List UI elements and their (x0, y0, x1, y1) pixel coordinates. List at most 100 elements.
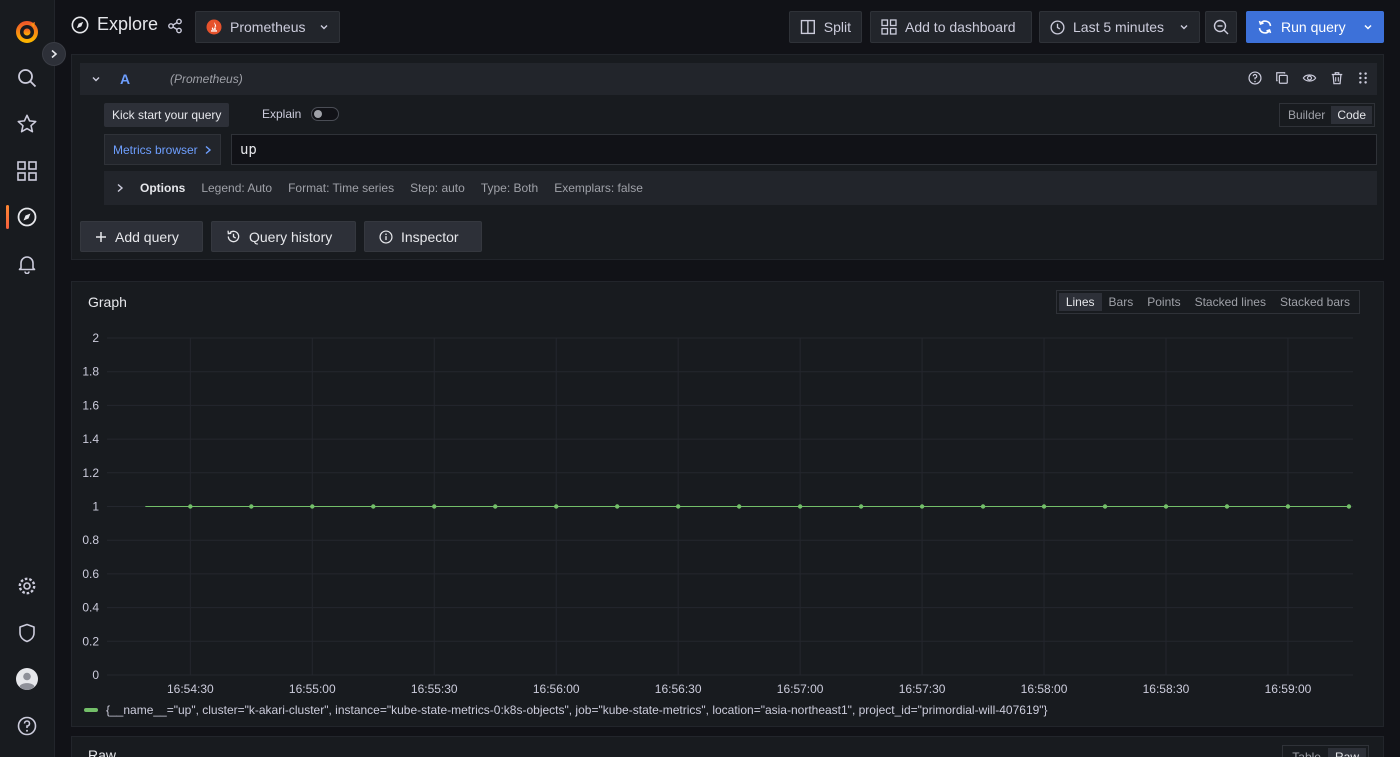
option-legend: Legend: Auto (201, 181, 273, 195)
data-point (797, 504, 803, 509)
time-range-picker[interactable]: Last 5 minutes (1039, 11, 1200, 43)
data-point (371, 504, 376, 509)
plus-icon (96, 231, 106, 242)
trash-icon[interactable] (1330, 71, 1344, 85)
data-point (1041, 504, 1047, 509)
time-series-chart[interactable]: 0 0.2 0.4 0.6 0.8 1 1.2 1.4 1.6 1.8 2 16:54:30 16:55… (72, 282, 1383, 702)
time-range-label: Last 5 minutes (1073, 19, 1165, 35)
duplicate-icon[interactable] (1275, 71, 1289, 85)
chevron-down-icon[interactable] (1363, 22, 1373, 32)
dashboards-icon (881, 19, 897, 35)
chevron-right-icon (51, 49, 58, 59)
dashboards-icon[interactable] (13, 157, 41, 185)
explore-icon[interactable] (13, 203, 41, 231)
search-icon[interactable] (13, 64, 41, 92)
data-point (1163, 504, 1169, 509)
query-editor[interactable]: up (231, 134, 1377, 165)
share-icon[interactable] (167, 18, 183, 37)
data-point (310, 504, 315, 509)
add-query-button[interactable]: Add query (80, 221, 203, 252)
grafana-logo-icon[interactable] (13, 17, 41, 45)
x-tick-label: 16:59:00 (1265, 682, 1312, 696)
data-point (919, 504, 925, 509)
query-options-row[interactable]: Options Legend: Auto Format: Time series… (104, 171, 1377, 205)
y-tick-label: 1 (92, 500, 99, 514)
page-title: Explore (71, 14, 158, 35)
data-point (858, 504, 864, 509)
split-button[interactable]: Split (789, 11, 862, 43)
x-tick-label: 16:57:30 (899, 682, 946, 696)
x-tick-label: 16:56:00 (533, 682, 580, 696)
option-step: Step: auto (410, 181, 465, 195)
data-point (1285, 504, 1291, 509)
inspector-button[interactable]: Inspector (364, 221, 482, 252)
query-panel: A (Prometheus) Kick start your query Exp… (71, 54, 1384, 260)
option-format: Format: Time series (288, 181, 395, 195)
y-tick-label: 0.2 (82, 634, 99, 648)
help-icon[interactable] (13, 712, 41, 740)
page-title-text: Explore (97, 14, 159, 34)
data-point (614, 504, 620, 509)
data-point (554, 504, 559, 509)
help-icon[interactable] (1248, 71, 1262, 85)
explain-switch[interactable] (311, 107, 340, 121)
data-point (736, 504, 742, 509)
raw-mode-table[interactable]: Table (1285, 748, 1328, 757)
raw-panel: Raw Table Raw (71, 736, 1384, 757)
legend-label: {__name__="up", cluster="k-akari-cluster… (106, 703, 1048, 717)
mode-builder[interactable]: Builder (1282, 106, 1331, 124)
metrics-browser-label: Metrics browser (113, 142, 198, 157)
option-type: Type: Both (480, 181, 539, 195)
add-query-label: Add query (115, 228, 179, 245)
explain-label: Explain (262, 107, 302, 121)
clock-icon (1050, 19, 1065, 35)
datasource-picker[interactable]: Prometheus (195, 11, 340, 43)
y-tick-label: 0 (92, 668, 99, 682)
metrics-browser-button[interactable]: Metrics browser (104, 134, 221, 165)
x-tick-label: 16:58:00 (1021, 682, 1068, 696)
data-point (1102, 504, 1108, 509)
star-icon[interactable] (13, 110, 41, 138)
mode-code[interactable]: Code (1331, 106, 1372, 124)
gear-icon[interactable] (13, 572, 41, 600)
add-to-dashboard-label: Add to dashboard (905, 19, 1016, 35)
bell-icon[interactable] (13, 250, 41, 278)
raw-mode-raw[interactable]: Raw (1327, 748, 1366, 757)
chevron-right-icon (205, 145, 211, 154)
refresh-icon (1258, 20, 1272, 34)
y-tick-label: 1.6 (82, 398, 99, 412)
x-tick-label: 16:55:30 (411, 682, 458, 696)
data-point (493, 504, 498, 509)
chevron-down-icon (320, 25, 328, 30)
x-tick-label: 16:54:30 (167, 682, 214, 696)
y-tick-label: 0.8 (82, 533, 99, 547)
run-query-button[interactable]: Run query (1246, 11, 1384, 43)
explore-icon (71, 16, 89, 33)
query-history-button[interactable]: Query history (211, 221, 356, 252)
eye-icon[interactable] (1302, 71, 1317, 85)
query-letter[interactable]: A (120, 71, 130, 87)
y-tick-label: 1.4 (82, 432, 99, 446)
expand-sidebar-button[interactable] (42, 42, 66, 66)
shield-icon[interactable] (13, 619, 41, 647)
data-point (188, 504, 193, 509)
prometheus-icon (206, 19, 222, 35)
x-tick-label: 16:57:00 (777, 682, 824, 696)
kick-start-button[interactable]: Kick start your query (104, 103, 230, 127)
raw-display-toggle: Table Raw (1282, 745, 1369, 757)
history-icon (227, 230, 240, 243)
top-bar: Explore Prometheus Split Add to dashboar… (55, 0, 1400, 54)
graph-legend[interactable]: {__name__="up", cluster="k-akari-cluster… (84, 703, 1048, 717)
y-tick-label: 0.6 (82, 567, 99, 581)
y-tick-label: 2 (92, 331, 99, 345)
explain-toggle[interactable]: Explain (262, 107, 340, 121)
chevron-right-icon (117, 183, 124, 193)
drag-handle-icon[interactable] (1357, 71, 1369, 85)
collapse-chevron-icon[interactable] (91, 74, 101, 84)
avatar[interactable] (13, 665, 41, 693)
query-history-label: Query history (249, 228, 333, 245)
query-datasource-hint: (Prometheus) (170, 72, 243, 86)
info-icon (379, 229, 393, 244)
zoom-out-button[interactable] (1205, 11, 1237, 43)
add-to-dashboard-button[interactable]: Add to dashboard (870, 11, 1032, 43)
